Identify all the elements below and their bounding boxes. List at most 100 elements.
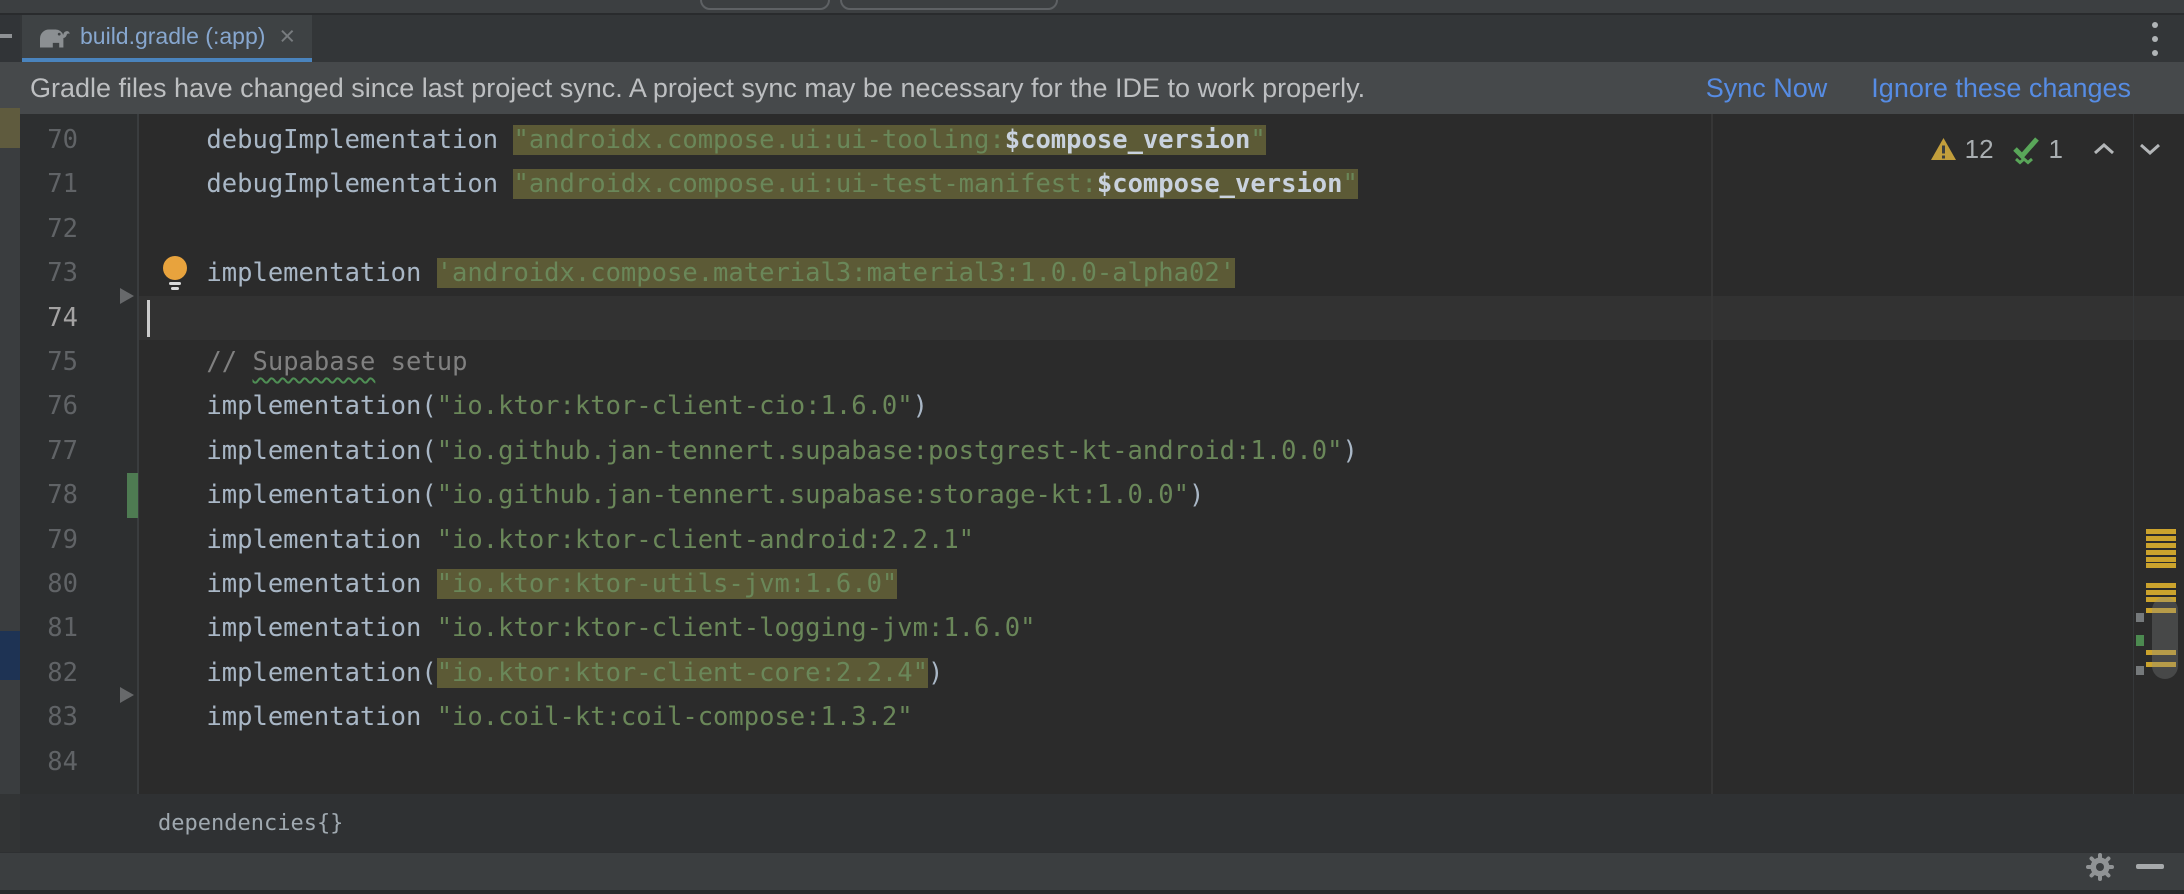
gear-icon[interactable] [2084, 851, 2116, 888]
line-number-72[interactable]: 72 [20, 207, 78, 251]
line-number-81[interactable]: 81 [20, 606, 78, 650]
line-number-75[interactable]: 75 [20, 340, 78, 384]
inspections-widget[interactable]: 12 1 [1930, 131, 2161, 167]
code-line-82[interactable]: implementation("io.ktor:ktor-client-core… [145, 651, 943, 695]
breadcrumb-dependencies[interactable]: dependencies{} [158, 811, 343, 836]
line-number-76[interactable]: 76 [20, 384, 78, 428]
code-segment: implementation [145, 525, 437, 555]
code-line-81[interactable]: implementation "io.ktor:ktor-client-logg… [145, 606, 1035, 650]
code-line-78[interactable]: implementation("io.github.jan-tennert.su… [145, 473, 1204, 517]
code-segment: "io.ktor:ktor-client-android:2.2.1" [437, 525, 974, 555]
code-segment: ) [913, 391, 928, 421]
current-line-highlight [139, 296, 2184, 340]
code-segment: implementation [145, 613, 437, 643]
warning-count: 12 [1965, 134, 1994, 165]
line-number-82[interactable]: 82 [20, 651, 78, 695]
code-editor[interactable]: 70 debugImplementation "androidx.compose… [0, 114, 2184, 794]
line-number-84[interactable]: 84 [20, 740, 78, 784]
code-segment: // [206, 347, 252, 377]
code-segment: implementation [145, 569, 437, 599]
code-segment: implementation( [145, 436, 437, 466]
code-segment: "androidx.compose.ui:ui-test-manifest: [513, 169, 1096, 199]
code-segment: "io.coil-kt:coil-compose:1.3.2" [437, 702, 913, 732]
error-stripe-border [2133, 114, 2134, 794]
code-segment: ) [1189, 480, 1204, 510]
info-stripe-mark[interactable] [2136, 666, 2144, 675]
fold-marker-icon[interactable] [120, 288, 134, 304]
warning-stripe-mark[interactable] [2146, 583, 2176, 588]
code-segment: debugImplementation [145, 169, 513, 199]
code-segment: setup [375, 347, 467, 377]
warning-icon [1930, 137, 1957, 162]
inspections-ok-icon [2010, 134, 2041, 165]
code-line-80[interactable]: implementation "io.ktor:ktor-utils-jvm:1… [145, 562, 897, 606]
code-segment: " [1343, 169, 1358, 199]
right-margin-guide [1711, 114, 1713, 794]
top-toolbar-strip [0, 0, 2184, 13]
tab-close-icon[interactable]: × [279, 23, 295, 50]
toolbar-button-cutoff[interactable] [840, 0, 1058, 10]
warning-stripe-mark[interactable] [2146, 536, 2176, 541]
code-segment: debugImplementation [145, 125, 513, 155]
line-number-79[interactable]: 79 [20, 518, 78, 562]
intention-bulb-icon[interactable] [160, 254, 190, 300]
code-segment: implementation( [145, 480, 437, 510]
tab-build-gradle-app[interactable]: build.gradle (:app) × [22, 15, 312, 58]
vcs-change-bar[interactable] [127, 473, 138, 518]
code-segment: implementation [145, 702, 437, 732]
line-number-74[interactable]: 74 [20, 296, 78, 340]
strip-olive-marker [0, 108, 20, 148]
code-segment: " [1250, 125, 1265, 155]
code-segment: "io.ktor:ktor-client-logging-jvm:1.6.0" [437, 613, 1036, 643]
warning-stripe-mark[interactable] [2146, 529, 2176, 534]
ok-count: 1 [2049, 134, 2063, 165]
toolbar-button-cutoff[interactable] [700, 0, 830, 10]
warning-stripe-mark[interactable] [2146, 557, 2176, 562]
code-line-75[interactable]: // Supabase setup [145, 340, 467, 384]
warning-stripe-mark[interactable] [2146, 543, 2176, 548]
line-number-70[interactable]: 70 [20, 118, 78, 162]
editor-scrollbar-thumb[interactable] [2152, 597, 2178, 679]
banner-message: Gradle files have changed since last pro… [30, 73, 1365, 104]
warning-stripe-mark[interactable] [2146, 590, 2176, 595]
ignore-changes-link[interactable]: Ignore these changes [1871, 73, 2131, 104]
code-segment: $compose_version [1005, 125, 1251, 155]
fold-marker-icon[interactable] [120, 687, 134, 703]
code-line-73[interactable]: implementation 'androidx.compose.materia… [145, 251, 1235, 295]
code-line-70[interactable]: debugImplementation "androidx.compose.ui… [145, 118, 1266, 162]
tab-label: build.gradle (:app) [80, 23, 265, 50]
line-number-78[interactable]: 78 [20, 473, 78, 517]
line-number-73[interactable]: 73 [20, 251, 78, 295]
breadcrumb-left-strip [0, 794, 20, 852]
line-number-83[interactable]: 83 [20, 695, 78, 739]
bottom-tool-bar [0, 852, 2184, 890]
code-line-76[interactable]: implementation("io.ktor:ktor-client-cio:… [145, 384, 928, 428]
warning-stripe-mark[interactable] [2146, 563, 2176, 568]
code-segment [145, 347, 206, 377]
sync-now-link[interactable]: Sync Now [1706, 73, 1828, 104]
code-line-79[interactable]: implementation "io.ktor:ktor-client-andr… [145, 518, 974, 562]
code-line-71[interactable]: debugImplementation "androidx.compose.ui… [145, 162, 1358, 206]
chevron-down-icon[interactable] [2139, 142, 2161, 156]
code-segment: ) [928, 658, 943, 688]
code-segment: ) [1343, 436, 1358, 466]
code-segment: 'androidx.compose.material3:material3:1.… [437, 258, 1235, 288]
line-number-71[interactable]: 71 [20, 162, 78, 206]
code-segment: "io.github.jan-tennert.supabase:storage-… [437, 480, 1189, 510]
info-stripe-mark[interactable] [2136, 613, 2144, 622]
more-options-kebab-icon[interactable] [2150, 22, 2160, 56]
banner-actions: Sync Now Ignore these changes [1706, 62, 2131, 114]
chevron-up-icon[interactable] [2093, 142, 2115, 156]
code-line-83[interactable]: implementation "io.coil-kt:coil-compose:… [145, 695, 913, 739]
strip-banner-segment [0, 62, 20, 108]
code-segment: $compose_version [1097, 169, 1343, 199]
line-number-77[interactable]: 77 [20, 429, 78, 473]
ok-stripe-mark[interactable] [2136, 635, 2144, 646]
code-segment: Supabase [252, 347, 375, 377]
line-number-80[interactable]: 80 [20, 562, 78, 606]
hide-minimize-icon[interactable] [2136, 864, 2164, 869]
warning-stripe-mark[interactable] [2146, 550, 2176, 555]
code-line-77[interactable]: implementation("io.github.jan-tennert.su… [145, 429, 1358, 473]
left-outer-strip [0, 62, 20, 852]
tab-bar-left-strip [0, 15, 20, 62]
